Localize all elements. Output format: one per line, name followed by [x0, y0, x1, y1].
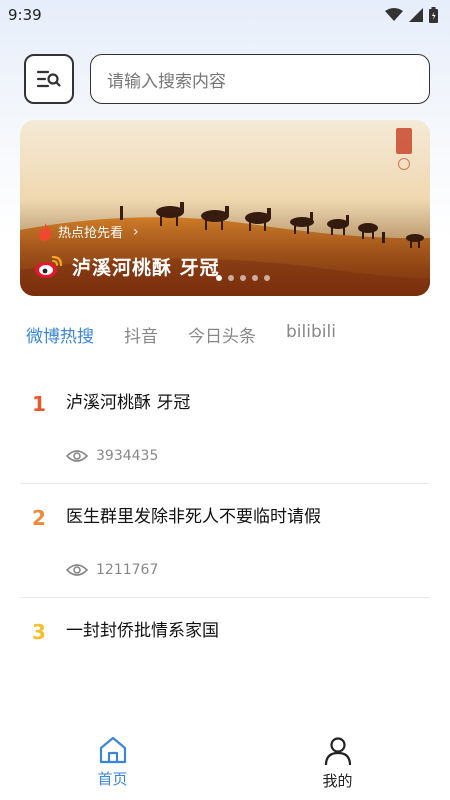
eye-icon: [66, 563, 88, 577]
view-count-value: 3934435: [96, 448, 159, 464]
carousel-dots[interactable]: [216, 275, 270, 281]
banner-title-row: 泸溪河桃酥 牙冠: [34, 253, 220, 280]
eye-icon: [66, 449, 88, 463]
battery-icon: [429, 7, 438, 23]
carousel-dot[interactable]: [228, 275, 234, 281]
search-menu-button[interactable]: [24, 54, 74, 104]
search-row: 请输入搜索内容: [24, 54, 430, 104]
banner-title: 泸溪河桃酥 牙冠: [72, 257, 220, 279]
carousel-dot[interactable]: [252, 275, 258, 281]
item-title: 泸溪河桃酥 牙冠: [66, 393, 191, 413]
rank-number: 1: [32, 392, 46, 416]
view-count: 1211767: [66, 562, 158, 578]
status-icons: [385, 7, 438, 23]
list-item[interactable]: 2 医生群里发除非死人不要临时请假 1211767: [20, 484, 430, 598]
rank-number: 2: [32, 506, 46, 530]
item-title: 一封封侨批情系家国: [66, 621, 219, 641]
search-input[interactable]: 请输入搜索内容: [90, 54, 430, 104]
search-menu-icon: [36, 68, 62, 90]
rank-number: 3: [32, 620, 46, 644]
status-time: 9:39: [8, 6, 42, 24]
view-count: 3934435: [66, 448, 158, 464]
tab-toutiao[interactable]: 今日头条: [188, 322, 256, 347]
tab-weibo-hot[interactable]: 微博热搜: [26, 322, 94, 347]
tab-douyin[interactable]: 抖音: [124, 322, 158, 347]
search-placeholder: 请输入搜索内容: [107, 71, 226, 92]
tab-bilibili[interactable]: bilibili: [286, 322, 336, 347]
carousel-dot[interactable]: [216, 275, 222, 281]
source-tabs: 微博热搜 抖音 今日头条 bilibili: [26, 322, 336, 347]
flame-icon: [38, 222, 52, 241]
weibo-logo-icon: [34, 255, 62, 279]
signal-icon: [409, 8, 423, 22]
chevron-right-icon: ›: [133, 223, 139, 240]
carousel-dot[interactable]: [264, 275, 270, 281]
carousel-dot[interactable]: [240, 275, 246, 281]
hot-tag-label: 热点抢先看: [58, 226, 124, 241]
view-count-value: 1211767: [96, 562, 159, 578]
status-bar: 9:39: [0, 0, 450, 30]
seal-stamp-circle: [398, 158, 410, 170]
list-item[interactable]: 1 泸溪河桃酥 牙冠 3934435: [20, 370, 430, 484]
hot-banner[interactable]: 热点抢先看 › 泸溪河桃酥 牙冠: [20, 120, 430, 296]
list-item[interactable]: 3 一封封侨批情系家国: [20, 598, 430, 712]
user-icon: [323, 736, 353, 766]
bottom-nav: 首页 我的: [0, 722, 450, 800]
seal-stamp: [396, 128, 412, 154]
wifi-icon: [385, 8, 403, 22]
item-title: 医生群里发除非死人不要临时请假: [66, 507, 321, 527]
nav-home-label: 首页: [97, 770, 128, 788]
hot-list: 1 泸溪河桃酥 牙冠 3934435 2 医生群里发除非死人不要临时请假 121…: [20, 370, 430, 712]
hot-tag[interactable]: 热点抢先看 ›: [38, 222, 139, 241]
home-icon: [98, 736, 128, 764]
nav-profile[interactable]: 我的: [225, 722, 450, 800]
nav-profile-label: 我的: [322, 772, 353, 790]
nav-home[interactable]: 首页: [0, 722, 225, 800]
